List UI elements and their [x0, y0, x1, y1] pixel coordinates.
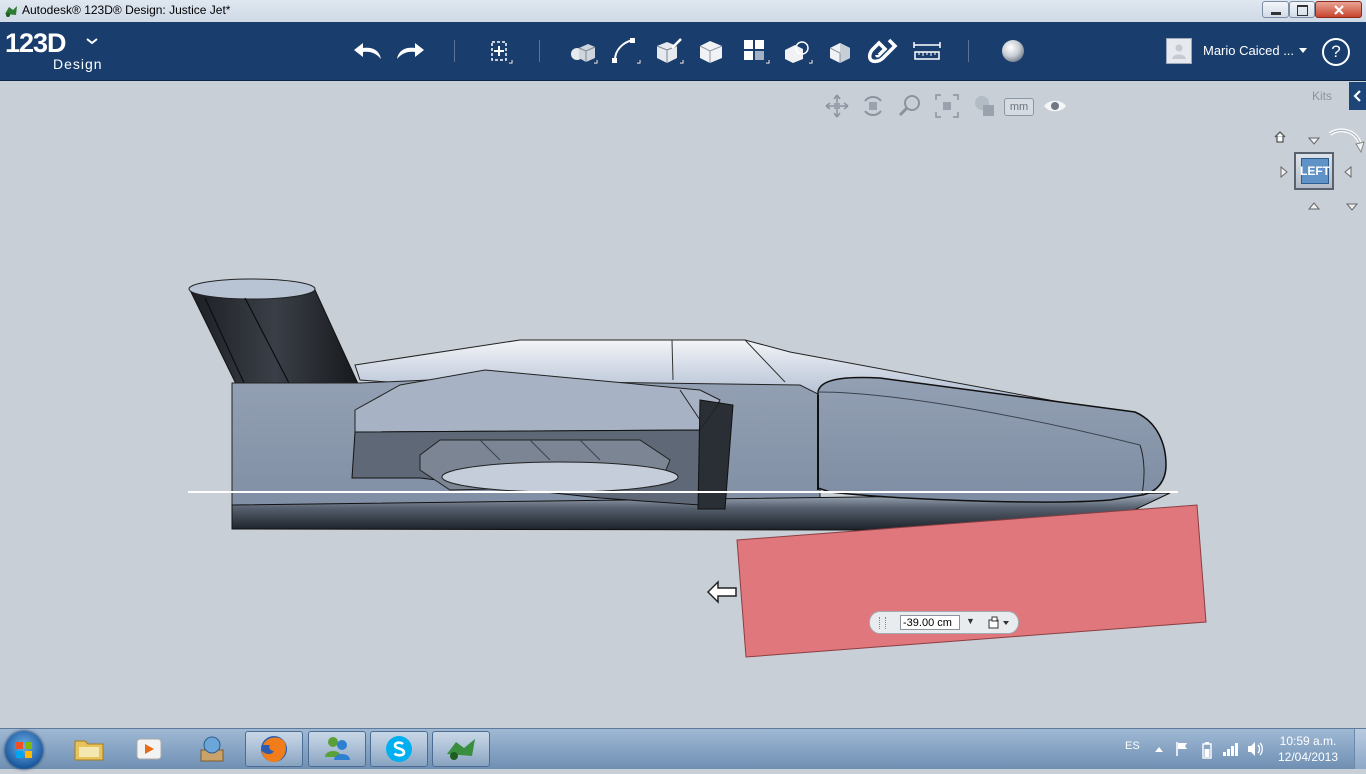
nose-section[interactable] [817, 376, 1167, 503]
action-center-flag-icon[interactable] [1175, 741, 1189, 757]
package-icon [200, 736, 224, 762]
taskbar-media-player[interactable] [120, 731, 178, 767]
snap-options-icon[interactable] [987, 616, 1011, 630]
folder-icon [74, 740, 104, 761]
123d-design-icon [447, 739, 475, 760]
model-viewport[interactable] [0, 0, 1366, 768]
media-player-icon [136, 738, 162, 760]
system-clock[interactable]: 10:59 a.m. 12/04/2013 [1268, 733, 1348, 765]
taskbar-file-explorer[interactable] [60, 731, 118, 767]
dimension-input-widget: ▼ [869, 611, 1019, 634]
taskbar-app-box[interactable] [183, 731, 241, 767]
taskbar-messenger[interactable] [308, 731, 366, 767]
taskbar-123d-design[interactable] [432, 731, 490, 767]
drag-handle[interactable] [879, 617, 886, 629]
volume-icon[interactable] [1246, 741, 1264, 757]
skype-icon [386, 736, 412, 762]
language-indicator[interactable]: ES [1125, 740, 1140, 752]
taskbar-skype[interactable] [370, 731, 428, 767]
clock-time: 10:59 a.m. [1279, 734, 1337, 748]
firefox-icon [261, 736, 287, 763]
windows-logo-icon [16, 742, 32, 758]
taskbar-firefox[interactable] [245, 731, 303, 767]
dimension-input[interactable] [900, 615, 960, 630]
clock-date: 12/04/2013 [1277, 750, 1339, 764]
move-arrow-icon [706, 580, 737, 604]
signal-strength-icon[interactable] [1222, 741, 1240, 757]
messenger-icon [325, 737, 350, 760]
show-desktop-button[interactable] [1354, 729, 1366, 769]
dimension-dropdown-icon[interactable]: ▼ [966, 616, 975, 626]
start-button[interactable] [5, 731, 43, 769]
taskbar: ES 10:59 a.m. 12/04/2013 [0, 728, 1366, 769]
show-hidden-icons-icon[interactable] [1154, 745, 1164, 753]
tail-fin[interactable] [188, 278, 361, 389]
battery-icon[interactable] [1201, 741, 1213, 759]
